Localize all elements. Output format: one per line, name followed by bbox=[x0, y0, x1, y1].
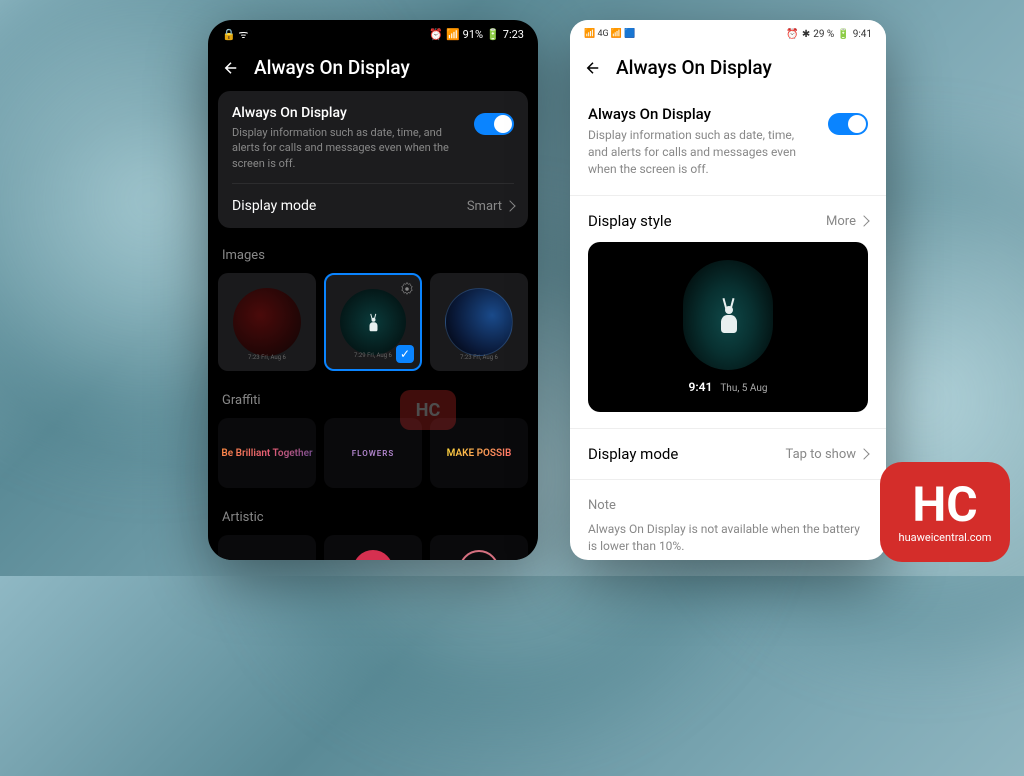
chevron-right-icon bbox=[504, 201, 515, 212]
note-text: Always On Display is not available when … bbox=[588, 521, 868, 555]
display-style-value: More bbox=[826, 214, 856, 229]
images-section-label: Images bbox=[218, 242, 528, 273]
image-tile-2-selected[interactable]: 7:29 Fri, Aug 6 ✓ bbox=[324, 273, 422, 371]
chevron-right-icon bbox=[858, 449, 869, 460]
display-mode-row[interactable]: Display mode Smart bbox=[232, 183, 514, 214]
aod-toggle-desc-light: Display information such as date, time, … bbox=[588, 127, 816, 177]
aod-toggle-title-light: Always On Display bbox=[588, 105, 816, 123]
display-mode-value-light: Tap to show bbox=[786, 447, 856, 462]
logo-domain: huaweicentral.com bbox=[899, 531, 992, 544]
header-light: Always On Display bbox=[570, 48, 886, 91]
style-preview[interactable]: 9:41 Thu, 5 Aug bbox=[588, 242, 868, 412]
display-mode-row-light[interactable]: Display mode Tap to show bbox=[588, 433, 868, 475]
status-bar-dark: 🔒 ᯤ ⏰ 📶 91% 🔋 7:23 bbox=[208, 20, 538, 48]
phone-dark-frame: 🔒 ᯤ ⏰ 📶 91% 🔋 7:23 Always On Display Alw… bbox=[208, 20, 538, 560]
graffiti-tile-1[interactable]: Be Brilliant Together bbox=[218, 418, 316, 488]
graffiti-text-2: FLOWERS bbox=[352, 449, 395, 458]
logo-badge: HC huaweicentral.com bbox=[880, 462, 1010, 562]
bluetooth-icon: ✱ bbox=[802, 29, 810, 40]
graffiti-section-label: Graffiti bbox=[218, 387, 528, 418]
graffiti-text-3: MAKE POSSIB bbox=[447, 448, 512, 459]
artistic-section-label: Artistic bbox=[218, 504, 528, 535]
tile-caption: 7:23 Fri, Aug 6 bbox=[248, 354, 286, 361]
artistic-tile-3[interactable]: 07 23 bbox=[430, 535, 528, 560]
chevron-right-icon bbox=[858, 216, 869, 227]
page-title-light: Always On Display bbox=[616, 56, 772, 79]
battery-percent-light: 29 % bbox=[813, 29, 834, 40]
check-icon: ✓ bbox=[396, 345, 414, 363]
display-style-label: Display style bbox=[588, 212, 672, 230]
settings-card: Always On Display Display information su… bbox=[218, 91, 528, 228]
display-style-row[interactable]: Display style More bbox=[588, 200, 868, 242]
image-tile-3[interactable]: 7:23 Fri, Aug 6 bbox=[430, 273, 528, 371]
artistic-tile-2[interactable]: 07 23 bbox=[324, 535, 422, 560]
battery-percent: 91% bbox=[463, 28, 483, 41]
status-time: 7:23 bbox=[503, 28, 524, 41]
logo-text: HC bbox=[912, 481, 977, 529]
preview-date: Thu, 5 Aug bbox=[720, 383, 767, 394]
status-bar-light: 📶 4G 📶 🟦 ⏰ ✱ 29 % 🔋 9:41 bbox=[570, 20, 886, 48]
tile-caption: 7:29 Fri, Aug 6 bbox=[354, 352, 392, 359]
watermark-badge: HC bbox=[400, 390, 456, 430]
artistic-tile-1[interactable]: 07 23 bbox=[218, 535, 316, 560]
status-time-light: 9:41 bbox=[853, 29, 872, 40]
status-left-icons: 🔒 ᯤ bbox=[222, 27, 248, 42]
display-mode-label: Display mode bbox=[232, 198, 316, 214]
battery-icon: 🔋 bbox=[486, 28, 500, 41]
aod-toggle-desc: Display information such as date, time, … bbox=[232, 125, 462, 171]
alarm-icon-light: ⏰ bbox=[786, 29, 798, 40]
page-title: Always On Display bbox=[254, 56, 410, 79]
watermark: HC bbox=[400, 390, 456, 430]
battery-icon-light: 🔋 bbox=[837, 29, 849, 40]
deer-artwork bbox=[683, 260, 773, 370]
note-label: Note bbox=[588, 498, 868, 513]
graffiti-text-1: Be Brilliant Together bbox=[221, 448, 312, 459]
status-left-icons-light: 📶 4G 📶 🟦 bbox=[584, 29, 636, 39]
aod-toggle-title: Always On Display bbox=[232, 105, 462, 121]
header-dark: Always On Display bbox=[208, 48, 538, 91]
tile-caption: 7:23 Fri, Aug 6 bbox=[460, 354, 498, 361]
phone-light-frame: 📶 4G 📶 🟦 ⏰ ✱ 29 % 🔋 9:41 Always On Displ… bbox=[570, 20, 886, 560]
display-mode-label-light: Display mode bbox=[588, 445, 678, 463]
image-tile-1[interactable]: 7:23 Fri, Aug 6 bbox=[218, 273, 316, 371]
signal-icon: 📶 bbox=[446, 28, 460, 41]
display-mode-value: Smart bbox=[467, 199, 502, 214]
alarm-icon: ⏰ bbox=[429, 28, 443, 41]
preview-time: 9:41 bbox=[689, 380, 713, 394]
back-arrow-icon-light[interactable] bbox=[584, 59, 602, 77]
aod-toggle-light[interactable] bbox=[828, 113, 868, 135]
aod-toggle[interactable] bbox=[474, 113, 514, 135]
gear-icon[interactable] bbox=[400, 281, 414, 295]
back-arrow-icon[interactable] bbox=[222, 59, 240, 77]
